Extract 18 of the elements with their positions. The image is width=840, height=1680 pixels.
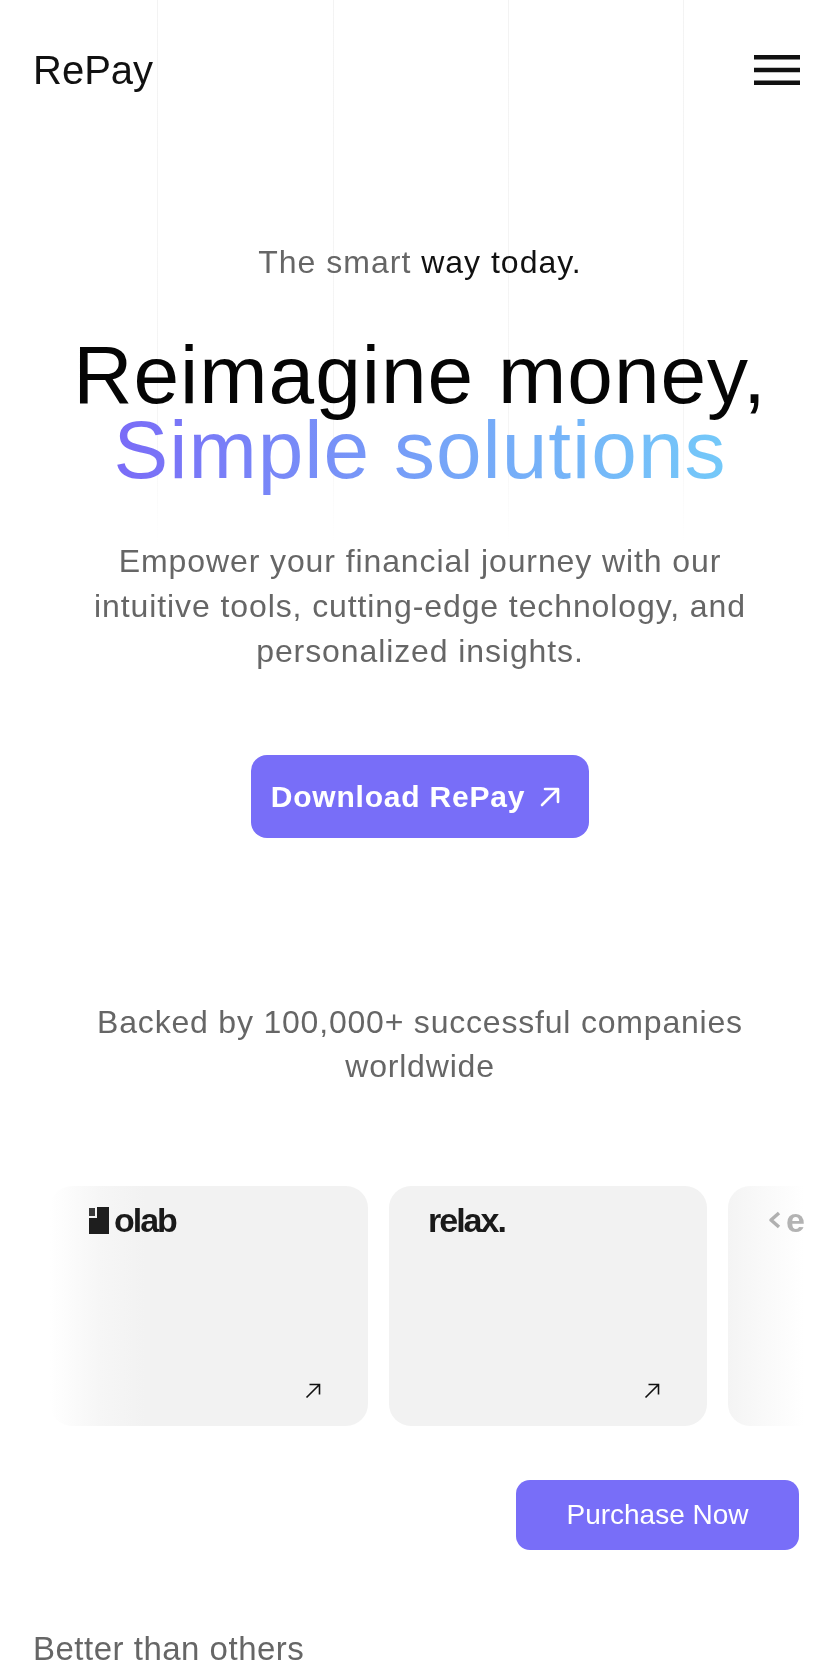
partner-logo: e xyxy=(786,1203,805,1237)
headline: Reimagine money, Simple solutions xyxy=(73,329,767,496)
description: Empower your financial journey with our intuitive tools, cutting-edge technology, and personalized insights. xyxy=(93,542,747,671)
section-title: Better than others xyxy=(33,1629,305,1669)
download-button[interactable]: Download RePay xyxy=(250,755,590,838)
arrow-up-right-icon xyxy=(644,1383,660,1399)
partner-logo: olab xyxy=(114,1203,176,1237)
chevron-left-icon xyxy=(768,1211,781,1229)
purchase-button[interactable]: Purchase Now xyxy=(516,1480,799,1550)
logo[interactable]: RePay xyxy=(33,45,154,95)
partner-card[interactable]: relax. xyxy=(389,1186,707,1426)
partners-heading: Backed by 100,000+ successful companies worldwide xyxy=(96,1003,744,1086)
partner-logo: relax. xyxy=(428,1203,505,1237)
block-mark-icon xyxy=(89,1206,109,1234)
tagline: The smart way today. xyxy=(258,243,582,282)
menu-icon[interactable] xyxy=(754,55,800,85)
arrow-up-right-icon[interactable] xyxy=(539,785,562,808)
arrow-up-right-icon xyxy=(305,1383,321,1399)
